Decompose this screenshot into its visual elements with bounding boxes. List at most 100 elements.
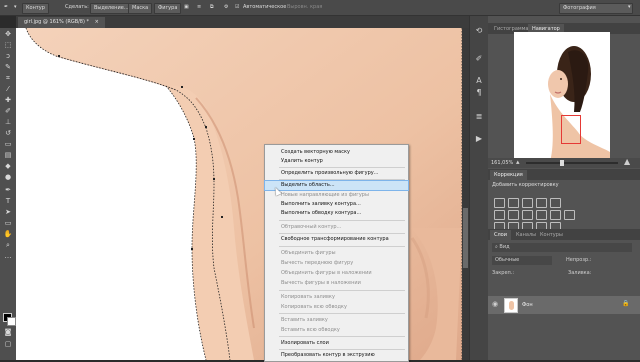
move-tool-icon[interactable]: ✥: [3, 30, 13, 39]
adjustments-add-label: Добавить корректировку: [492, 182, 559, 188]
navigator-view-box[interactable]: [561, 115, 581, 144]
menu-item-delete-path[interactable]: Удалить контур: [265, 157, 408, 166]
brightness-icon[interactable]: [494, 198, 505, 208]
brush-tool-icon[interactable]: ✐: [3, 107, 13, 116]
zoom-out-icon[interactable]: ▴: [516, 158, 520, 166]
pen-tool-icon[interactable]: ✒: [3, 186, 13, 195]
gradient-tool-icon[interactable]: ▤: [3, 151, 13, 160]
menu-item-combine-shapes: Объединить фигуры: [281, 250, 336, 256]
layer-name[interactable]: Фон: [522, 302, 533, 308]
brush-presets-icon[interactable]: ✐: [474, 54, 484, 63]
menu-separator: [279, 246, 405, 247]
quick-select-tool-icon[interactable]: ✎: [3, 63, 13, 72]
path-align-icon[interactable]: ≡: [197, 3, 201, 12]
levels-icon[interactable]: [508, 198, 519, 208]
workspace-select[interactable]: Фотография: [559, 3, 633, 14]
more-tools-icon[interactable]: …: [3, 252, 13, 261]
black-white-icon[interactable]: [522, 210, 533, 220]
navigator-zoom-row: 161,05% ▴ ▲: [488, 157, 640, 168]
opacity-label: Непрозр.:: [566, 257, 592, 263]
crop-tool-icon[interactable]: ⌗: [3, 74, 13, 83]
properties-panel-icon[interactable]: ≣: [474, 112, 484, 121]
layer-row[interactable]: ◉ Фон 🔒: [488, 296, 640, 314]
tab-layers[interactable]: Слои: [490, 230, 511, 240]
background-color-swatch[interactable]: [7, 317, 16, 326]
character-panel-icon[interactable]: A: [474, 76, 484, 85]
autoadd-label: Автоматическое: [243, 4, 287, 10]
canvas-vertical-scrollbar[interactable]: [462, 28, 469, 360]
visibility-eye-icon[interactable]: ◉: [492, 300, 498, 308]
path-arrange-icon[interactable]: ⧉: [210, 3, 214, 12]
selection-button[interactable]: Выделение...: [90, 3, 133, 14]
channel-mixer-icon[interactable]: [550, 210, 561, 220]
menu-separator: [279, 179, 405, 180]
menu-separator: [279, 313, 405, 314]
blend-mode-select[interactable]: Обычные: [492, 256, 552, 265]
pen-tool-icon[interactable]: ✒: [4, 3, 8, 12]
autoadd-checkbox[interactable]: ☑: [235, 3, 239, 12]
quick-mask-icon[interactable]: ◙: [3, 328, 13, 337]
color-lookup-icon[interactable]: [564, 210, 575, 220]
hue-saturation-icon[interactable]: [494, 210, 505, 220]
zoom-value[interactable]: 161,05%: [491, 160, 513, 166]
layer-thumbnail: [504, 298, 518, 313]
zoom-slider[interactable]: [526, 160, 618, 166]
mask-button[interactable]: Маска: [128, 3, 153, 14]
path-selection-tool-icon[interactable]: ➤: [3, 208, 13, 217]
healing-brush-tool-icon[interactable]: ✚: [3, 96, 13, 105]
blur-tool-icon[interactable]: ◆: [3, 162, 13, 171]
lasso-tool-icon[interactable]: ↄ: [3, 52, 13, 61]
make-label: Сделать:: [65, 4, 89, 10]
menu-separator: [279, 167, 405, 168]
clone-stamp-tool-icon[interactable]: ⊥: [3, 118, 13, 127]
menu-item-paste-fill: Вставить заливку: [281, 317, 328, 323]
workspace-dropdown-icon[interactable]: ▾: [628, 3, 631, 12]
zoom-tool-icon[interactable]: ⌕: [3, 241, 13, 250]
shape-button[interactable]: Фигура: [154, 3, 182, 14]
settings-gear-icon[interactable]: ⚙: [224, 3, 228, 12]
eyedropper-tool-icon[interactable]: ⁄: [3, 85, 13, 94]
exposure-icon[interactable]: [536, 198, 547, 208]
type-tool-icon[interactable]: T: [3, 197, 13, 206]
menu-item-stroke-path[interactable]: Выполнить обводку контура...: [265, 209, 408, 218]
history-panel-icon[interactable]: ⟲: [474, 26, 484, 35]
tab-adjustments[interactable]: Коррекция: [490, 170, 527, 180]
history-brush-tool-icon[interactable]: ↺: [3, 129, 13, 138]
navigator-thumbnail[interactable]: [514, 32, 610, 168]
menu-item-create-vector-mask[interactable]: Создать векторную маску: [265, 148, 408, 157]
color-balance-icon[interactable]: [508, 210, 519, 220]
menu-item-copy-fill: Копировать заливку: [281, 294, 335, 300]
layers-tab-bar: Слои Каналы Контуры: [488, 229, 640, 240]
marquee-tool-icon[interactable]: ⬚: [3, 41, 13, 50]
eraser-tool-icon[interactable]: ▭: [3, 140, 13, 149]
right-panels: Гистограмма Навигатор 161,05% ▴ ▲ Коррек…: [488, 16, 640, 360]
zoom-in-icon[interactable]: ▲: [624, 157, 630, 166]
menu-item-define-custom-shape[interactable]: Определить произвольную фигуру...: [265, 169, 408, 178]
menu-separator: [279, 349, 405, 350]
dodge-tool-icon[interactable]: ●: [3, 173, 13, 182]
vibrance-icon[interactable]: [550, 198, 561, 208]
layer-filter-row[interactable]: ⌕ Вид: [492, 243, 632, 252]
close-tab-icon[interactable]: ×: [95, 19, 99, 25]
photo-filter-icon[interactable]: [536, 210, 547, 220]
scrollbar-thumb[interactable]: [463, 208, 468, 268]
curves-icon[interactable]: [522, 198, 533, 208]
tab-paths[interactable]: Контуры: [536, 230, 567, 240]
menu-item-fill-path[interactable]: Выполнить заливку контура...: [265, 200, 408, 209]
dropdown-arrow-icon[interactable]: ▾: [14, 3, 17, 12]
menu-item-convert-to-extrusion[interactable]: Преобразовать контур в экструзию: [265, 351, 408, 360]
menu-item-make-selection[interactable]: Выделить область...: [264, 180, 409, 191]
actions-play-icon[interactable]: ▶: [474, 134, 484, 143]
adjustments-tab-bar: Коррекция: [488, 169, 640, 180]
document-tab[interactable]: girl.jpg @ 161% (RGB/8) * ×: [18, 17, 105, 28]
path-ops-icon[interactable]: ▣: [184, 3, 189, 12]
zoom-slider-knob[interactable]: [560, 160, 564, 166]
paragraph-panel-icon[interactable]: ¶: [474, 88, 484, 97]
document-title: girl.jpg @ 161% (RGB/8) *: [24, 19, 90, 25]
menu-item-isolate-layers[interactable]: Изолировать слои: [265, 339, 408, 348]
screen-mode-icon[interactable]: ▢: [3, 340, 13, 349]
hand-tool-icon[interactable]: ✋: [3, 230, 13, 239]
rectangle-tool-icon[interactable]: ▭: [3, 219, 13, 228]
path-mode-select[interactable]: Контур: [22, 3, 49, 14]
menu-item-free-transform-path[interactable]: Свободное трансформирование контура: [265, 235, 408, 244]
